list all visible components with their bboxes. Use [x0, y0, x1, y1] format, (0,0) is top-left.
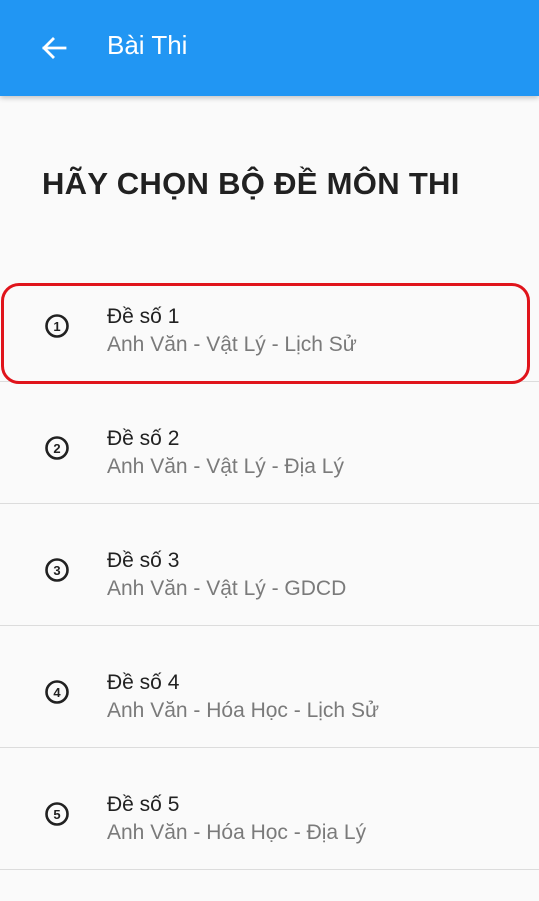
- exam-subjects: Anh Văn - Hóa Học - Địa Lý: [107, 821, 367, 844]
- exam-item-1[interactable]: 1 Đề số 1 Anh Văn - Vật Lý - Lịch Sử: [0, 260, 539, 384]
- number-2-glyph: 2: [53, 441, 60, 456]
- exam-subjects: Anh Văn - Hóa Học - Lịch Sử: [107, 699, 380, 722]
- number-4-glyph: 4: [53, 685, 61, 700]
- exam-list: 1 Đề số 1 Anh Văn - Vật Lý - Lịch Sử 2 Đ…: [0, 260, 539, 870]
- app-bar: Bài Thi: [0, 0, 539, 96]
- back-button[interactable]: [40, 34, 68, 62]
- number-3-glyph: 3: [53, 563, 60, 578]
- number-1-circle-icon: 1: [44, 313, 70, 339]
- number-4-circle-icon: 4: [44, 679, 70, 705]
- exam-subjects: Anh Văn - Vật Lý - Lịch Sử: [107, 333, 357, 356]
- exam-subjects: Anh Văn - Vật Lý - GDCD: [107, 577, 347, 600]
- exam-title: Đề số 2: [107, 427, 180, 450]
- section-heading: HÃY CHỌN BỘ ĐỀ MÔN THI: [42, 166, 460, 201]
- number-3-circle-icon: 3: [44, 557, 70, 583]
- exam-title: Đề số 1: [107, 305, 180, 328]
- exam-title: Đề số 5: [107, 793, 180, 816]
- arrow-left-icon: [42, 37, 67, 59]
- exam-item-4[interactable]: 4 Đề số 4 Anh Văn - Hóa Học - Lịch Sử: [0, 626, 539, 748]
- page-title: Bài Thi: [107, 30, 188, 60]
- exam-title: Đề số 3: [107, 549, 180, 572]
- number-2-circle-icon: 2: [44, 435, 70, 461]
- exam-item-5[interactable]: 5 Đề số 5 Anh Văn - Hóa Học - Địa Lý: [0, 748, 539, 870]
- exam-subjects: Anh Văn - Vật Lý - Địa Lý: [107, 455, 344, 478]
- number-5-circle-icon: 5: [44, 801, 70, 827]
- exam-title: Đề số 4: [107, 671, 180, 694]
- number-5-glyph: 5: [53, 807, 60, 822]
- number-1-glyph: 1: [53, 319, 60, 334]
- exam-item-3[interactable]: 3 Đề số 3 Anh Văn - Vật Lý - GDCD: [0, 504, 539, 626]
- exam-item-2[interactable]: 2 Đề số 2 Anh Văn - Vật Lý - Địa Lý: [0, 382, 539, 504]
